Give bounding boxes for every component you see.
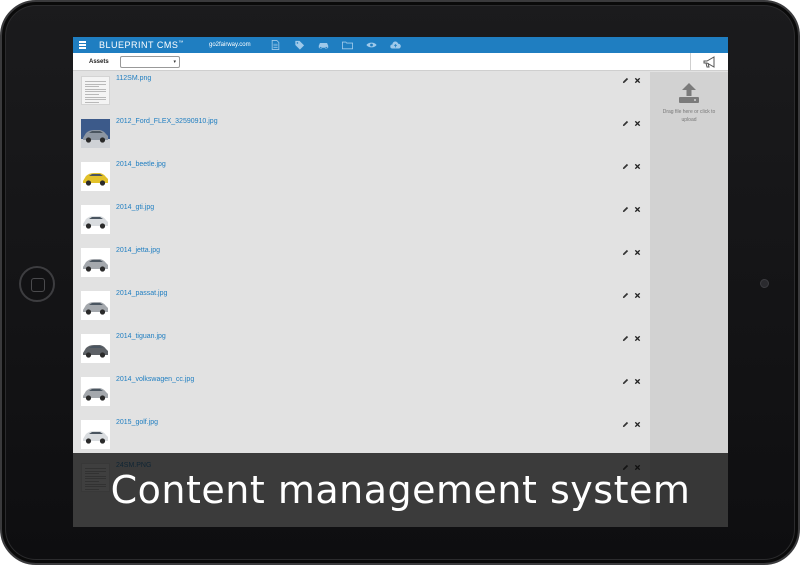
file-name-link[interactable]: 2014_passat.jpg: [116, 290, 167, 297]
edit-pencil-icon[interactable]: [622, 335, 629, 342]
file-row[interactable]: 2014_gti.jpg: [73, 201, 650, 244]
file-name-link[interactable]: 2014_gti.jpg: [116, 204, 154, 211]
car-thumbnail: [81, 377, 110, 406]
edit-pencil-icon[interactable]: [622, 292, 629, 299]
edit-pencil-icon[interactable]: [622, 77, 629, 84]
file-row[interactable]: 2014_passat.jpg: [73, 287, 650, 330]
document-icon[interactable]: [263, 37, 287, 53]
camera-lens: [760, 279, 769, 288]
row-actions: [622, 120, 641, 127]
toolbar-action[interactable]: [690, 52, 728, 71]
tag-icon[interactable]: [287, 37, 311, 53]
edit-pencil-icon[interactable]: [622, 421, 629, 428]
cloud-upload-icon[interactable]: [383, 37, 407, 53]
home-button[interactable]: [19, 266, 55, 302]
edit-pencil-icon[interactable]: [622, 249, 629, 256]
file-row[interactable]: 2014_volkswagen_cc.jpg: [73, 373, 650, 416]
car-thumbnail: [81, 334, 110, 363]
edit-pencil-icon[interactable]: [622, 163, 629, 170]
row-actions: [622, 421, 641, 428]
row-actions: [622, 77, 641, 84]
delete-x-icon[interactable]: [634, 206, 641, 213]
file-name-link[interactable]: 112SM.png: [116, 75, 151, 82]
car-thumbnail: [81, 162, 110, 191]
file-name-link[interactable]: 2014_volkswagen_cc.jpg: [116, 376, 194, 383]
brand-title: BLUEPRINT CMS™: [99, 40, 184, 50]
file-name-link[interactable]: 2014_jetta.jpg: [116, 247, 160, 254]
row-actions: [622, 163, 641, 170]
car-thumbnail: [81, 248, 110, 277]
row-actions: [622, 206, 641, 213]
nav-icon-bar: [263, 37, 407, 53]
site-link[interactable]: go2fairway.com: [209, 42, 255, 48]
file-row[interactable]: 2014_tiguan.jpg: [73, 330, 650, 373]
file-name-link[interactable]: 2014_tiguan.jpg: [116, 333, 166, 340]
delete-x-icon[interactable]: [634, 292, 641, 299]
document-thumbnail: [81, 76, 110, 105]
delete-x-icon[interactable]: [634, 378, 641, 385]
eye-icon[interactable]: [359, 37, 383, 53]
edit-pencil-icon[interactable]: [622, 120, 629, 127]
delete-x-icon[interactable]: [634, 249, 641, 256]
folder-icon[interactable]: [335, 37, 359, 53]
row-actions: [622, 292, 641, 299]
upload-icon: [679, 83, 699, 103]
row-actions: [622, 335, 641, 342]
delete-x-icon[interactable]: [634, 421, 641, 428]
delete-x-icon[interactable]: [634, 77, 641, 84]
asset-filter-select[interactable]: ▾: [120, 55, 180, 68]
row-actions: [622, 249, 641, 256]
header-bar: BLUEPRINT CMS™ go2fairway.com: [73, 37, 728, 53]
file-name-link[interactable]: 2012_Ford_FLEX_32590910.jpg: [116, 118, 218, 125]
delete-x-icon[interactable]: [634, 120, 641, 127]
assets-label: Assets: [89, 58, 109, 65]
file-row[interactable]: 112SM.png: [73, 72, 650, 115]
delete-x-icon[interactable]: [634, 163, 641, 170]
caption-overlay: Content management system: [73, 453, 728, 527]
delete-x-icon[interactable]: [634, 335, 641, 342]
menu-icon[interactable]: [73, 37, 91, 53]
car-thumbnail: [81, 420, 110, 449]
car-thumbnail: [81, 291, 110, 320]
car-icon[interactable]: [311, 37, 335, 53]
file-name-link[interactable]: 2014_beetle.jpg: [116, 161, 166, 168]
chevron-down-icon: ▾: [173, 58, 176, 65]
asset-toolbar: Assets ▾: [73, 52, 728, 71]
car-thumbnail: [81, 205, 110, 234]
megaphone-icon: [703, 55, 714, 68]
file-row[interactable]: 2012_Ford_FLEX_32590910.jpg: [73, 115, 650, 158]
edit-pencil-icon[interactable]: [622, 206, 629, 213]
caption-text: Content management system: [110, 468, 691, 512]
upload-hint: Drag file here or click to upload: [662, 109, 716, 123]
file-name-link[interactable]: 2015_golf.jpg: [116, 419, 158, 426]
file-row[interactable]: 2014_jetta.jpg: [73, 244, 650, 287]
file-row[interactable]: 2014_beetle.jpg: [73, 158, 650, 201]
car-thumbnail: [81, 119, 110, 148]
row-actions: [622, 378, 641, 385]
edit-pencil-icon[interactable]: [622, 378, 629, 385]
